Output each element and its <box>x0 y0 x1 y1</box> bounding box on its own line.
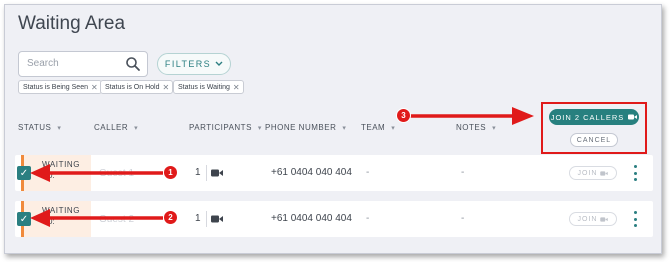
more-options-icon[interactable] <box>632 165 638 181</box>
status-cell: WAITING 0: <box>21 201 91 237</box>
join-label: JOIN <box>577 169 598 177</box>
video-camera-icon <box>600 216 609 222</box>
divider <box>206 165 207 181</box>
filter-chip-on-hold[interactable]: Status is On Hold ✕ <box>100 80 174 94</box>
column-label: TEAM <box>361 123 386 132</box>
status-cell: WAITING 0: <box>21 155 91 191</box>
check-icon: ✓ <box>19 167 29 179</box>
column-header-notes[interactable]: NOTES ▾ <box>456 123 496 132</box>
join-callers-label: JOIN 2 CALLERS <box>550 112 625 122</box>
participants-count: 1 <box>195 213 201 224</box>
page-title: Waiting Area <box>18 13 126 34</box>
video-camera-icon <box>211 215 223 223</box>
divider <box>206 211 207 227</box>
sort-icon[interactable]: ▾ <box>342 124 346 132</box>
chevron-down-icon <box>215 61 223 66</box>
participants-count: 1 <box>195 167 201 178</box>
chip-label: Status is Being Seen <box>23 83 88 91</box>
table-row[interactable]: WAITING 0: ✓ Guest 2 1 +61 0404 040 404 … <box>15 201 653 237</box>
wait-time: 0: <box>48 217 55 226</box>
status-badge: WAITING <box>42 160 81 169</box>
team-value: - <box>366 213 370 224</box>
close-icon[interactable]: ✕ <box>233 83 240 92</box>
phone-number: +61 0404 040 404 <box>271 213 352 224</box>
phone-number: +61 0404 040 404 <box>271 167 352 178</box>
chip-label: Status is Waiting <box>178 83 230 91</box>
column-label: CALLER <box>94 123 129 132</box>
search-placeholder: Search <box>27 58 59 69</box>
column-label: NOTES <box>456 123 487 132</box>
video-camera-icon <box>600 170 609 176</box>
column-header-team[interactable]: TEAM ▾ <box>361 123 395 132</box>
caller-name: Guest 1 <box>99 168 135 179</box>
notes-value: - <box>461 213 465 224</box>
caller-name: Guest 2 <box>99 214 135 225</box>
table-row[interactable]: WAITING 0: ✓ Guest 1 1 +61 0404 040 404 … <box>15 155 653 191</box>
filters-button[interactable]: FILTERS <box>157 53 231 75</box>
notes-value: - <box>461 167 465 178</box>
filter-chip-waiting[interactable]: Status is Waiting ✕ <box>173 80 244 94</box>
column-label: STATUS <box>18 123 52 132</box>
close-icon[interactable]: ✕ <box>91 83 98 92</box>
join-label: JOIN <box>577 215 598 223</box>
video-camera-icon <box>628 114 638 120</box>
status-badge: WAITING <box>42 206 81 215</box>
check-icon: ✓ <box>19 213 29 225</box>
column-header-caller[interactable]: CALLER ▾ <box>94 123 138 132</box>
chip-label: Status is On Hold <box>105 83 160 91</box>
sort-icon[interactable]: ▾ <box>57 124 61 132</box>
filter-chip-being-seen[interactable]: Status is Being Seen ✕ <box>18 80 102 94</box>
join-callers-button[interactable]: JOIN 2 CALLERS <box>549 109 639 125</box>
wait-time: 0: <box>48 171 55 180</box>
column-header-participants[interactable]: PARTICIPANTS ▾ <box>189 123 262 132</box>
sort-icon[interactable]: ▾ <box>134 124 138 132</box>
join-button[interactable]: JOIN <box>569 166 617 180</box>
close-icon[interactable]: ✕ <box>162 83 169 92</box>
join-button[interactable]: JOIN <box>569 212 617 226</box>
search-icon[interactable] <box>125 56 141 72</box>
callout-1: 1 <box>163 165 178 180</box>
callout-3: 3 <box>396 108 411 123</box>
waiting-area-panel: Waiting Area Search FILTERS Status is Be… <box>4 4 662 254</box>
sort-icon[interactable]: ▾ <box>391 124 395 132</box>
row-checkbox[interactable]: ✓ <box>17 166 31 180</box>
column-label: PHONE NUMBER <box>265 123 337 132</box>
video-camera-icon <box>211 169 223 177</box>
column-header-status[interactable]: STATUS ▾ <box>18 123 61 132</box>
row-checkbox[interactable]: ✓ <box>17 212 31 226</box>
more-options-icon[interactable] <box>632 211 638 227</box>
sort-icon[interactable]: ▾ <box>492 124 496 132</box>
callout-2: 2 <box>163 210 178 225</box>
cancel-button[interactable]: CANCEL <box>570 133 618 147</box>
team-value: - <box>366 167 370 178</box>
sort-icon[interactable]: ▾ <box>258 124 262 132</box>
column-label: PARTICIPANTS <box>189 123 252 132</box>
column-header-phone[interactable]: PHONE NUMBER ▾ <box>265 123 346 132</box>
filters-label: FILTERS <box>164 59 212 69</box>
search-input[interactable]: Search <box>18 51 148 77</box>
